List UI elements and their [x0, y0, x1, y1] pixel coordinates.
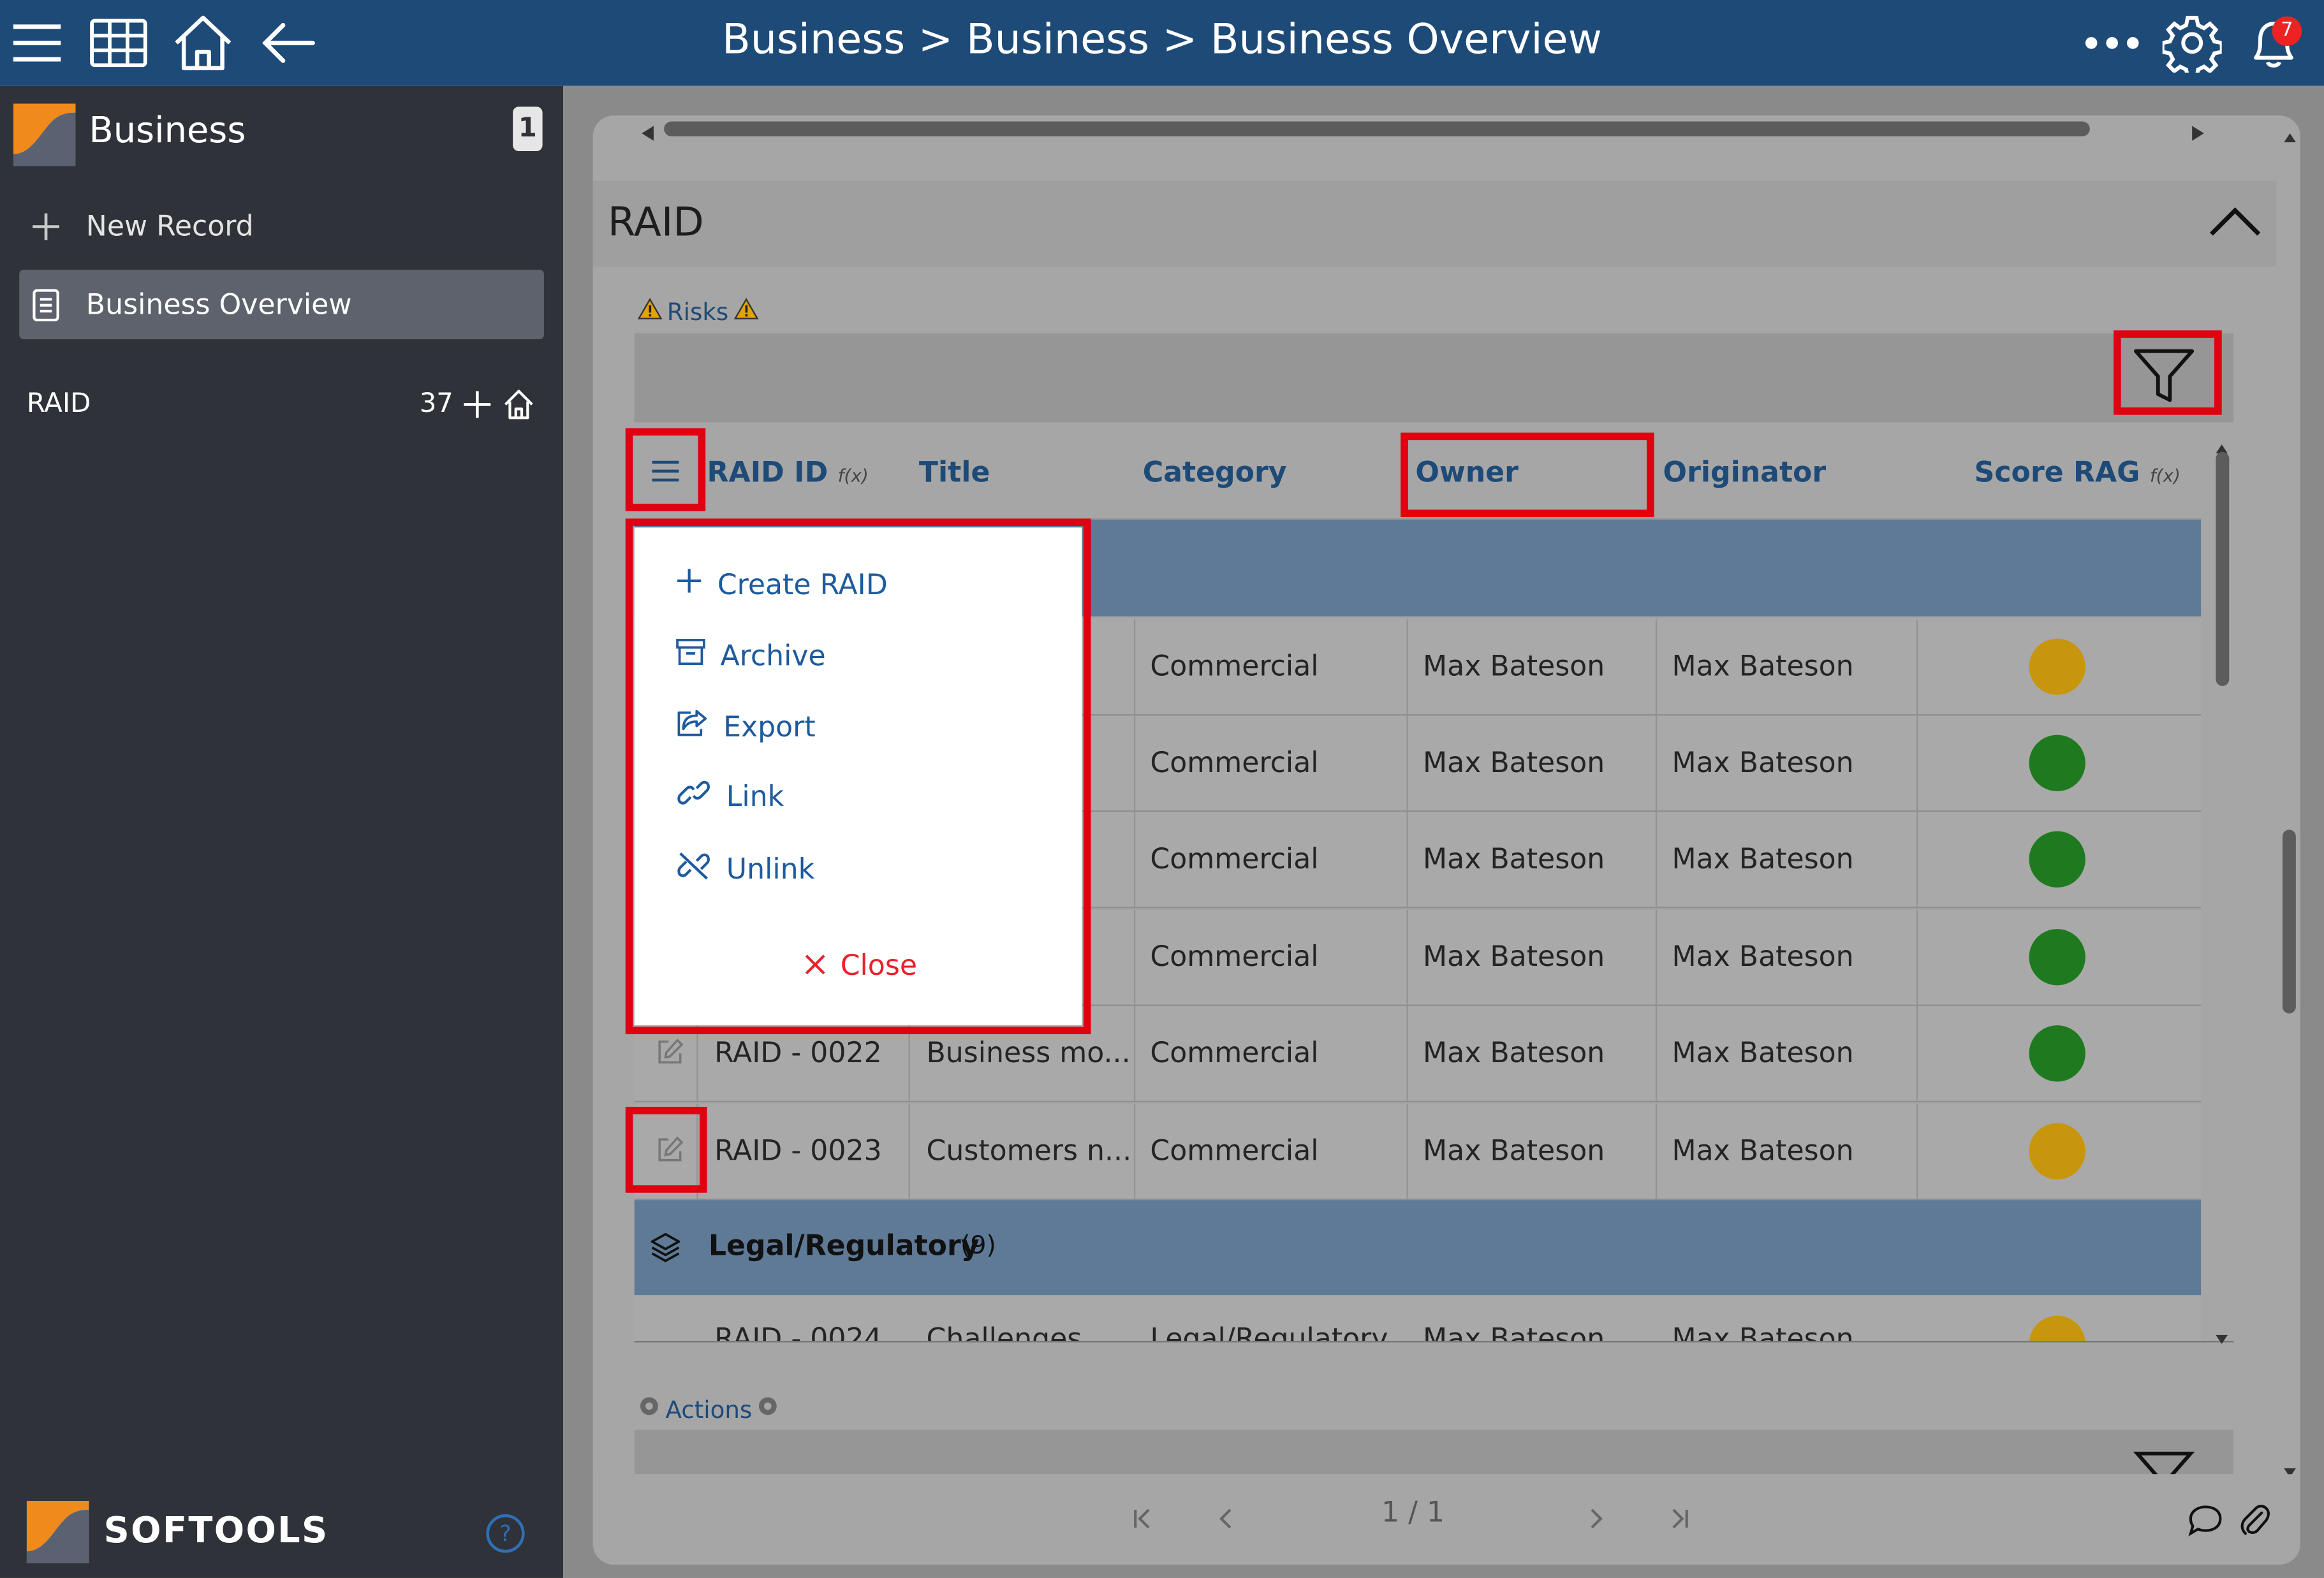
- rag-indicator: [2029, 929, 2085, 986]
- divider: [634, 1341, 2234, 1343]
- cell-owner: Max Bateson: [1423, 650, 1605, 683]
- cell-originator: Max Bateson: [1672, 1323, 1854, 1341]
- scroll-up-arrow-icon[interactable]: [2214, 433, 2229, 454]
- cell-originator: Max Bateson: [1672, 843, 1854, 876]
- cog-icon: [637, 1394, 661, 1424]
- page-indicator: 1 / 1: [1381, 1496, 1445, 1530]
- group-label: Legal/Regulatory: [708, 1229, 980, 1262]
- grid-menu-highlight: [625, 428, 706, 511]
- cell-category: Commercial: [1150, 843, 1319, 876]
- cell-owner: Max Bateson: [1423, 747, 1605, 780]
- gear-icon[interactable]: [2161, 12, 2223, 75]
- cell-owner: Max Bateson: [1423, 1037, 1605, 1070]
- brand-name: SOFTOOLS: [103, 1510, 329, 1552]
- cell-category: Commercial: [1150, 1135, 1319, 1168]
- column-header-raid-id[interactable]: RAID ID f(x): [707, 435, 869, 509]
- first-page-icon[interactable]: [1131, 1505, 1154, 1532]
- cell-title: Challenges ...: [926, 1323, 1118, 1341]
- layers-icon: [649, 1231, 682, 1264]
- edit-icon[interactable]: [655, 1037, 684, 1067]
- scroll-down-arrow-icon[interactable]: [2214, 1323, 2229, 1344]
- actions-filter-icon[interactable]: [2131, 1447, 2196, 1475]
- cell-category: Commercial: [1150, 940, 1319, 974]
- filter-highlight: [2114, 330, 2222, 415]
- more-options-icon[interactable]: [2081, 12, 2144, 75]
- cog-icon: [756, 1394, 780, 1424]
- next-page-icon[interactable]: [1586, 1505, 1607, 1532]
- section-title: RAID: [607, 200, 704, 246]
- sidebar-item-label: Business Overview: [85, 289, 352, 322]
- softools-logo-icon: [26, 1501, 89, 1563]
- document-icon: [31, 289, 61, 322]
- app-badge: 1: [513, 106, 543, 152]
- notification-badge: 7: [2272, 16, 2302, 47]
- rag-indicator: [2029, 734, 2085, 791]
- pager-bar: [592, 1474, 2300, 1563]
- add-raid-plus-icon[interactable]: [462, 390, 492, 419]
- cell-raid-id: RAID - 0023: [714, 1135, 882, 1168]
- menu-highlight: [625, 518, 1091, 1035]
- comment-icon[interactable]: [2186, 1504, 2225, 1537]
- cell-category: Commercial: [1150, 1037, 1319, 1070]
- cell-originator: Max Bateson: [1672, 1037, 1854, 1070]
- risks-label: Risks: [637, 298, 758, 326]
- page-scrollbar[interactable]: [2282, 829, 2296, 1014]
- cell-originator: Max Bateson: [1672, 650, 1854, 683]
- grid-toolbar: [634, 333, 2234, 423]
- column-header-originator[interactable]: Originator: [1663, 435, 1827, 509]
- sidebar-app-name[interactable]: Business: [89, 110, 246, 151]
- vertical-scrollbar[interactable]: [2216, 451, 2230, 686]
- risks-text: Risks: [666, 298, 729, 326]
- collapse-chevron-icon[interactable]: [2205, 201, 2265, 240]
- cell-owner: Max Bateson: [1423, 843, 1605, 876]
- cell-category: Commercial: [1150, 747, 1319, 780]
- cell-originator: Max Bateson: [1672, 940, 1854, 974]
- horizontal-scrollbar[interactable]: [664, 121, 2090, 136]
- actions-text: Actions: [665, 1394, 753, 1424]
- cell-owner: Max Bateson: [1423, 1135, 1605, 1168]
- cell-raid-id: RAID - 0024: [714, 1323, 882, 1341]
- page-scroll-up-icon[interactable]: [2283, 122, 2297, 143]
- prev-page-icon[interactable]: [1216, 1505, 1237, 1532]
- last-page-icon[interactable]: [1667, 1505, 1691, 1532]
- app-logo-icon: [13, 103, 76, 166]
- cell-category: Legal/Regulatory: [1150, 1323, 1388, 1341]
- cell-title: Customers n...: [926, 1135, 1132, 1168]
- plus-icon[interactable]: [29, 210, 62, 243]
- warning-icon: [637, 298, 663, 326]
- cell-originator: Max Bateson: [1672, 1135, 1854, 1168]
- section-header: [592, 180, 2277, 267]
- rag-indicator: [2029, 1025, 2085, 1082]
- raid-count: 37: [419, 388, 453, 420]
- actions-toolbar: [634, 1429, 2234, 1475]
- sidebar-section-raid[interactable]: RAID: [27, 388, 91, 420]
- rag-indicator: [2029, 831, 2085, 888]
- rag-indicator: [2029, 1315, 2085, 1341]
- owner-highlight: [1401, 432, 1654, 518]
- scroll-left-arrow-icon[interactable]: [640, 120, 655, 141]
- column-header-category[interactable]: Category: [1143, 435, 1287, 509]
- scroll-right-arrow-icon[interactable]: [2191, 120, 2205, 141]
- table-row[interactable]: RAID - 0023 Customers n... Commercial Ma…: [634, 1104, 2202, 1201]
- breadcrumb: Business > Business > Business Overview: [722, 15, 1602, 64]
- group-count: (9): [960, 1231, 996, 1261]
- rag-indicator: [2029, 1123, 2085, 1180]
- page-scroll-down-icon[interactable]: [2283, 1456, 2297, 1477]
- cell-owner: Max Bateson: [1423, 940, 1605, 974]
- help-icon[interactable]: ?: [486, 1514, 525, 1553]
- top-bar: Business > Business > Business Overview …: [0, 0, 2324, 86]
- warning-icon: [733, 298, 758, 326]
- cell-category: Commercial: [1150, 650, 1319, 683]
- raid-home-icon[interactable]: [503, 388, 535, 421]
- new-record-link[interactable]: New Record: [86, 210, 254, 243]
- edit-highlight: [625, 1106, 707, 1193]
- column-header-score-rag[interactable]: Score RAG f(x): [1975, 435, 2181, 509]
- cell-owner: Max Bateson: [1423, 1323, 1605, 1341]
- attachment-icon[interactable]: [2238, 1501, 2270, 1539]
- cell-originator: Max Bateson: [1672, 747, 1854, 780]
- table-row-partial[interactable]: RAID - 0024 Challenges ... Legal/Regulat…: [634, 1296, 2202, 1341]
- actions-label: Actions: [637, 1394, 780, 1424]
- rag-indicator: [2029, 638, 2085, 695]
- column-header-title[interactable]: Title: [919, 435, 990, 509]
